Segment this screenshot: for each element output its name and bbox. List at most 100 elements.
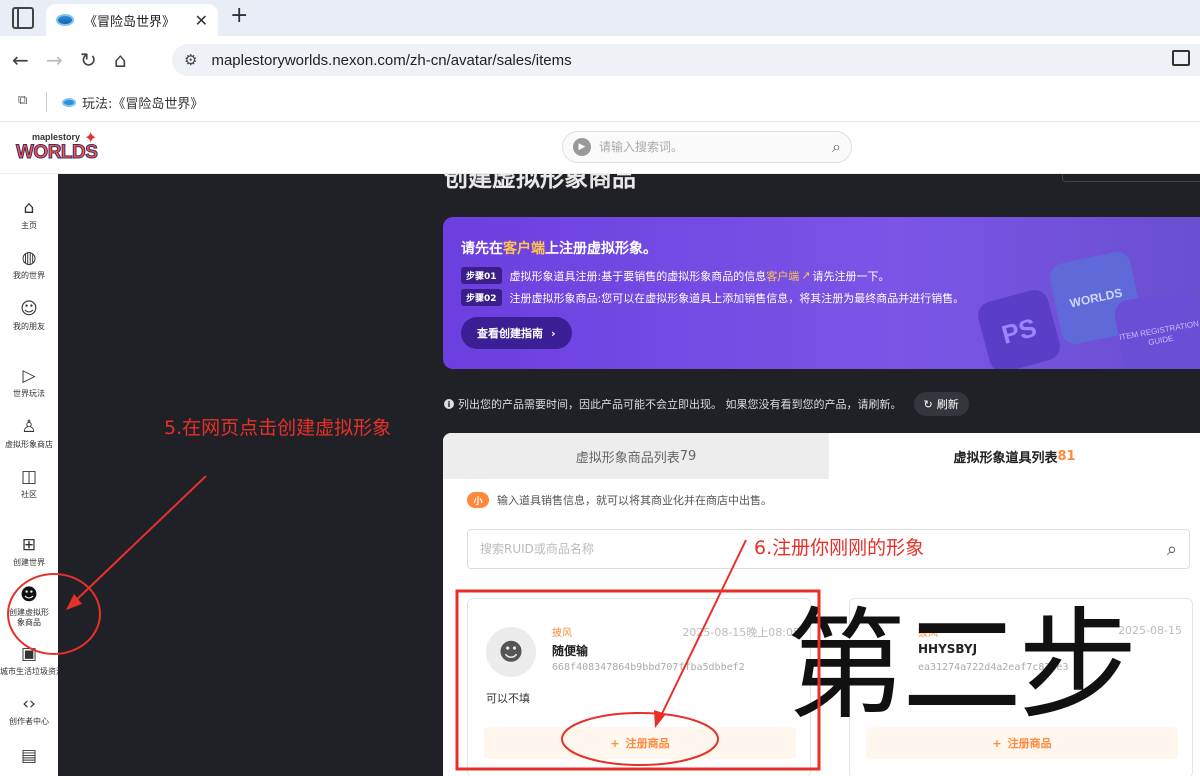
bookmark-label: 玩法:《冒险岛世界》: [82, 97, 204, 112]
banner-title-highlight[interactable]: 客户端: [503, 241, 545, 257]
site-info-icon[interactable]: ⚙: [184, 51, 197, 69]
annotation-step5: 5.在网页点击创建虚拟形象: [164, 417, 392, 439]
partial-control: [1062, 174, 1200, 182]
sidebar-item-avatar-shop[interactable]: ♙ 虚拟形象商店: [0, 417, 58, 450]
bookmark-item[interactable]: 玩法:《冒险岛世界》: [62, 93, 203, 112]
sidebar-item-label: 社区: [21, 490, 37, 499]
forward-icon[interactable]: →: [46, 48, 63, 72]
bookmark-separator: [46, 92, 47, 112]
annotation-step6: 6.注册你刚刚的形象: [754, 537, 925, 559]
sidebar-item-label: 创作者中心: [9, 717, 49, 726]
site-logo[interactable]: maplestory WORLDS ✦: [14, 128, 106, 170]
item-note: 可以不填: [486, 692, 530, 705]
tab-avatar-items[interactable]: 虚拟形象道具列表 81: [829, 433, 1200, 479]
register-product-button[interactable]: + 注册商品: [484, 727, 796, 759]
sidebar-item-label: 城市生活垃圾资源: [0, 667, 64, 676]
url-text[interactable]: maplestoryworlds.nexon.com/zh-cn/avatar/…: [211, 52, 571, 69]
left-sidebar: ⌂ 主页 ◍ 我的世界 ☺ 我的朋友 ▷ 世界玩法 ♙ 虚拟形象商店 ◫ 社区 …: [0, 174, 64, 776]
sidebar-toggle-icon[interactable]: [12, 7, 34, 29]
tab-count: 81: [1057, 448, 1076, 464]
sidebar-item-label: 我的朋友: [13, 322, 45, 331]
sidebar-item-label: 创建虚拟形象商品: [9, 608, 49, 627]
avatar: ☻: [486, 627, 536, 677]
step-badge: 步骤02: [461, 289, 502, 306]
page-title: 创建虚拟形象商品: [444, 174, 636, 192]
sidebar-item-label: 主页: [21, 221, 37, 230]
cast-icon[interactable]: [1172, 50, 1190, 66]
home-icon[interactable]: ⌂: [114, 48, 127, 72]
tip-badge: 小: [467, 492, 489, 508]
search-icon[interactable]: ⌕: [832, 137, 841, 157]
search-icon[interactable]: ⌕: [1167, 539, 1177, 560]
sidebar-item-community[interactable]: ◫ 社区: [0, 467, 58, 500]
banner-title: 请先在客户端上注册虚拟形象。: [461, 238, 657, 258]
view-guide-button[interactable]: 查看创建指南 ›: [461, 317, 572, 349]
sidebar-item-more[interactable]: ▤: [0, 746, 58, 766]
planet-icon: ◍: [21, 248, 37, 268]
logo-leaf-icon: ✦: [84, 128, 98, 147]
message-icon: ▤: [20, 746, 38, 766]
tab-favicon-icon: [56, 14, 74, 26]
code-brackets-icon: ‹›: [22, 694, 36, 714]
back-icon[interactable]: ←: [12, 48, 29, 72]
tip-text: 输入道具销售信息，就可以将其商业化并在商店中出售。: [497, 494, 772, 507]
reload-icon[interactable]: ↻: [80, 48, 97, 72]
sidebar-item-create-avatar-product[interactable]: ☻ 创建虚拟形象商品: [0, 585, 58, 628]
site-search-input[interactable]: [599, 140, 833, 154]
browser-tab-bar: 《冒险岛世界》 ✕ +: [0, 0, 1200, 36]
list-tabs: 虚拟形象商品列表 79 虚拟形象道具列表 81: [443, 433, 1200, 479]
tab-avatar-products[interactable]: 虚拟形象商品列表 79: [443, 433, 829, 479]
friend-face-icon: ☺: [20, 299, 38, 319]
address-bar-row: ← → ↻ ⌂ ⚙ maplestoryworlds.nexon.com/zh-…: [0, 36, 1200, 84]
guide-button-label: 查看创建指南: [477, 327, 543, 340]
sidebar-item-friends[interactable]: ☺ 我的朋友: [0, 299, 58, 332]
site-search[interactable]: ▶ ⌕: [562, 131, 852, 163]
tab-title: 《冒险岛世界》: [84, 14, 176, 30]
tab-count: 79: [679, 448, 697, 464]
refresh-icon: ↻: [923, 397, 933, 411]
omnibox[interactable]: ⚙ maplestoryworlds.nexon.com/zh-cn/avata…: [172, 44, 1200, 76]
sidebar-item-creator-center[interactable]: ‹› 创作者中心: [0, 694, 58, 727]
site-header: maplestory WORLDS ✦ ▶ ⌕: [0, 122, 1200, 174]
client-link[interactable]: 客户端: [766, 268, 799, 284]
tip-row: 小 输入道具销售信息，就可以将其商业化并在商店中出售。: [467, 492, 772, 508]
browser-tab[interactable]: 《冒险岛世界》 ✕: [46, 4, 218, 36]
external-link-icon: ↗: [801, 269, 811, 282]
bin-icon: ▣: [20, 644, 38, 664]
tab-close-icon[interactable]: ✕: [195, 11, 208, 30]
bookmark-favicon-icon: [62, 98, 76, 107]
sidebar-item-my-worlds[interactable]: ◍ 我的世界: [0, 248, 58, 281]
ps-deco-card: PS: [974, 286, 1064, 369]
tab-label: 虚拟形象商品列表: [575, 450, 680, 466]
sidebar-item-label: 虚拟形象商店: [5, 440, 53, 449]
banner-title-post: 上注册虚拟形象。: [545, 241, 657, 257]
chat-icon: ◫: [20, 467, 38, 487]
sidebar-item-create-world[interactable]: ⊞ 创建世界: [0, 535, 58, 568]
banner-title-pre: 请先在: [461, 241, 503, 257]
sidebar-item-world-play[interactable]: ▷ 世界玩法: [0, 366, 58, 399]
register-label: 注册商品: [625, 737, 670, 750]
tab-label: 虚拟形象道具列表: [953, 450, 1058, 466]
chevron-right-icon: ›: [551, 326, 556, 340]
item-date: 2025-08-15晚上08:05: [682, 626, 800, 639]
step-text: 请先注册一下。: [812, 269, 890, 283]
item-category: 披风: [552, 628, 572, 639]
play-icon: ▶: [573, 138, 591, 156]
logo-small-text: maplestory: [32, 132, 81, 142]
sidebar-item-waste-resource[interactable]: ▣ 城市生活垃圾资源: [0, 644, 64, 677]
step-text: 虚拟形象道具注册:基于要销售的虚拟形象商品的信息: [509, 269, 767, 283]
avatar-face-icon: ☻: [20, 585, 38, 605]
sidebar-item-label: 我的世界: [13, 271, 45, 280]
listing-notice: i 列出您的产品需要时间，因此产品可能不会立即出现。 如果您没有看到您的产品，请…: [444, 392, 969, 416]
refresh-button[interactable]: ↻ 刷新: [913, 392, 969, 416]
plus-square-icon: ⊞: [21, 535, 37, 555]
banner-step-1: 步骤01 虚拟形象道具注册:基于要销售的虚拟形象商品的信息 客户端 ↗ 请先注册一下。: [461, 267, 889, 284]
step-badge: 步骤01: [461, 267, 502, 284]
client-register-banner: 请先在客户端上注册虚拟形象。 步骤01 虚拟形象道具注册:基于要销售的虚拟形象商…: [443, 217, 1200, 369]
sidebar-item-home[interactable]: ⌂ 主页: [0, 198, 58, 231]
tab-groups-icon[interactable]: ⧉: [18, 93, 27, 108]
new-tab-icon[interactable]: +: [230, 3, 248, 28]
refresh-label: 刷新: [936, 398, 959, 411]
step-text: 注册虚拟形象商品:您可以在虚拟形象道具上添加销售信息，将其注册为最终商品并进行销…: [509, 291, 965, 305]
bookmarks-bar: ⧉ 玩法:《冒险岛世界》: [0, 84, 1200, 122]
